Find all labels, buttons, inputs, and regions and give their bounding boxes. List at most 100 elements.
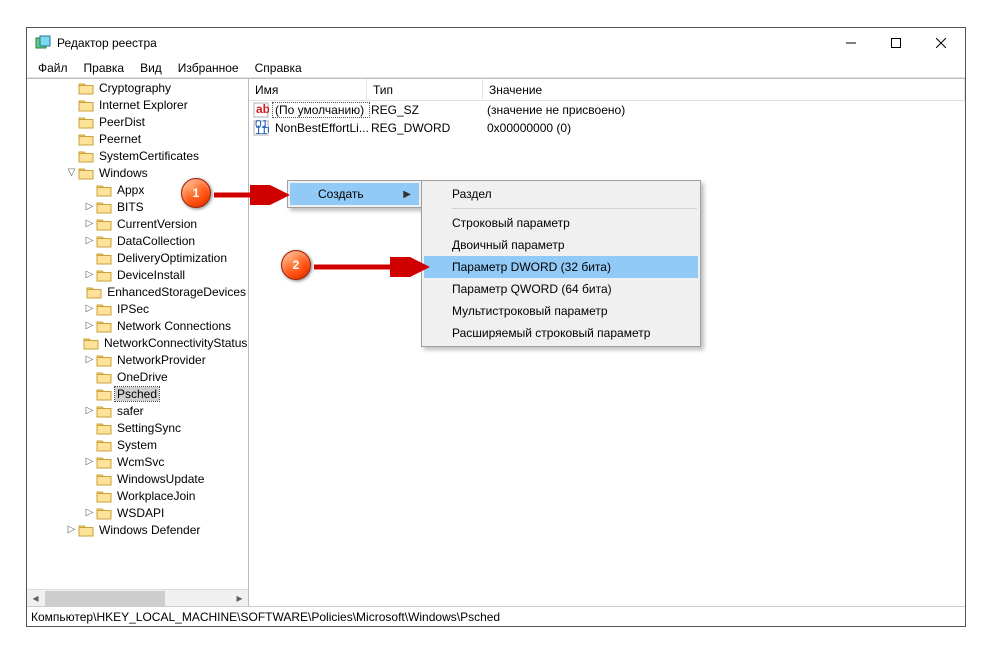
ctx-dword[interactable]: Параметр DWORD (32 бита) — [424, 256, 698, 278]
value-row[interactable]: ab(По умолчанию)REG_SZ(значение не присв… — [249, 101, 965, 119]
tree-item-label: IPSec — [115, 302, 151, 316]
col-type[interactable]: Тип — [367, 79, 483, 100]
tree-item[interactable]: ▷NetworkProvider — [27, 351, 248, 368]
ctx-section[interactable]: Раздел — [424, 183, 698, 205]
titlebar[interactable]: Редактор реестра — [27, 28, 965, 58]
expand-toggle[interactable]: ▷ — [83, 319, 96, 332]
scroll-right-icon[interactable]: ▸ — [231, 590, 248, 607]
tree-item-label: PeerDist — [97, 115, 147, 129]
tree-item[interactable]: ▷DataCollection — [27, 232, 248, 249]
ctx-dword-label: Параметр DWORD (32 бита) — [452, 260, 611, 274]
tree-item[interactable]: ▷CurrentVersion — [27, 215, 248, 232]
expand-toggle[interactable]: ▽ — [65, 166, 78, 179]
tree-item-label: Windows Defender — [97, 523, 202, 537]
tree-item[interactable]: System — [27, 436, 248, 453]
scroll-thumb[interactable] — [45, 591, 165, 606]
tree-item[interactable]: Cryptography — [27, 79, 248, 96]
tree-body[interactable]: CryptographyInternet Explorer PeerDistPee… — [27, 79, 248, 589]
tree-item[interactable]: ▷ Network Connections — [27, 317, 248, 334]
expand-toggle[interactable]: ▷ — [65, 523, 78, 536]
ctx-string-label: Строковый параметр — [452, 216, 570, 230]
folder-icon — [96, 200, 112, 214]
tree-pane: CryptographyInternet Explorer PeerDistPee… — [27, 79, 249, 606]
tree-item[interactable]: ▷ DeviceInstall — [27, 266, 248, 283]
tree-item-label: DeviceInstall — [115, 268, 187, 282]
menu-edit[interactable]: Правка — [77, 59, 132, 77]
folder-icon — [83, 336, 99, 350]
tree-item[interactable]: SystemCertificates — [27, 147, 248, 164]
tree-item[interactable]: ▷ safer — [27, 402, 248, 419]
expand-toggle[interactable]: ▷ — [83, 404, 96, 417]
ctx-binary[interactable]: Двоичный параметр — [424, 234, 698, 256]
tree-item[interactable]: ▷ Windows Defender — [27, 521, 248, 538]
ctx-multi-label: Мультистроковый параметр — [452, 304, 608, 318]
ctx-qword[interactable]: Параметр QWORD (64 бита) — [424, 278, 698, 300]
tree-item-label: Windows — [97, 166, 150, 180]
tree-item[interactable]: ▷WSDAPI — [27, 504, 248, 521]
ctx-multi[interactable]: Мультистроковый параметр — [424, 300, 698, 322]
folder-icon — [78, 98, 94, 112]
tree-item-label: safer — [115, 404, 146, 418]
statusbar: Компьютер\HKEY_LOCAL_MACHINE\SOFTWARE\Po… — [27, 606, 965, 626]
expand-toggle[interactable]: ▷ — [83, 200, 96, 213]
folder-icon — [96, 353, 112, 367]
annotation-arrow-1 — [212, 185, 290, 205]
menu-help[interactable]: Справка — [248, 59, 309, 77]
tree-item[interactable]: WindowsUpdate — [27, 470, 248, 487]
ctx-create[interactable]: Создать ▶ — [290, 183, 419, 205]
maximize-button[interactable] — [873, 29, 918, 57]
expand-toggle — [83, 183, 96, 196]
expand-toggle — [83, 387, 96, 400]
tree-item[interactable]: ▽ Windows — [27, 164, 248, 181]
tree-item-label: Network Connections — [115, 319, 233, 333]
folder-icon — [96, 387, 112, 401]
ctx-expand[interactable]: Расширяемый строковый параметр — [424, 322, 698, 344]
annotation-badge-2: 2 — [281, 250, 311, 280]
expand-toggle — [65, 81, 78, 94]
app-icon — [35, 35, 51, 51]
tree-item[interactable]: WorkplaceJoin — [27, 487, 248, 504]
menu-view[interactable]: Вид — [133, 59, 169, 77]
value-list[interactable]: ab(По умолчанию)REG_SZ(значение не присв… — [249, 101, 965, 606]
expand-toggle[interactable]: ▷ — [83, 268, 96, 281]
folder-icon — [96, 421, 112, 435]
tree-item[interactable]: DeliveryOptimization — [27, 249, 248, 266]
menu-file[interactable]: Файл — [31, 59, 75, 77]
expand-toggle — [65, 98, 78, 111]
tree-item-label: SettingSync — [115, 421, 183, 435]
value-name: (По умолчанию) — [273, 103, 369, 117]
tree-item-label: WcmSvc — [115, 455, 166, 469]
expand-toggle[interactable]: ▷ — [83, 217, 96, 230]
svg-text:110: 110 — [255, 123, 269, 136]
tree-item[interactable]: Peernet — [27, 130, 248, 147]
tree-item-label: System — [115, 438, 159, 452]
scroll-left-icon[interactable]: ◂ — [27, 590, 44, 607]
tree-item-label: DeliveryOptimization — [115, 251, 229, 265]
tree-item[interactable]: Psched — [27, 385, 248, 402]
tree-item[interactable]: Internet Explorer — [27, 96, 248, 113]
tree-item[interactable]: ▷ WcmSvc — [27, 453, 248, 470]
expand-toggle[interactable]: ▷ — [83, 302, 96, 315]
tree-item[interactable]: NetworkConnectivityStatus — [27, 334, 248, 351]
expand-toggle[interactable]: ▷ — [83, 353, 96, 366]
expand-toggle — [65, 149, 78, 162]
tree-item[interactable]: EnhancedStorageDevices — [27, 283, 248, 300]
value-row[interactable]: 011110NonBestEffortLi...REG_DWORD0x00000… — [249, 119, 965, 137]
folder-icon — [96, 404, 112, 418]
col-name[interactable]: Имя — [249, 79, 367, 100]
ctx-string[interactable]: Строковый параметр — [424, 212, 698, 234]
expand-toggle[interactable]: ▷ — [83, 506, 96, 519]
menubar: Файл Правка Вид Избранное Справка — [27, 58, 965, 78]
tree-item[interactable]: ▷ IPSec — [27, 300, 248, 317]
tree-item[interactable]: PeerDist — [27, 113, 248, 130]
expand-toggle[interactable]: ▷ — [83, 455, 96, 468]
col-value[interactable]: Значение — [483, 79, 965, 100]
close-button[interactable] — [918, 29, 963, 57]
ctx-create-label: Создать — [318, 187, 364, 201]
menu-favorites[interactable]: Избранное — [171, 59, 246, 77]
expand-toggle[interactable]: ▷ — [83, 234, 96, 247]
tree-item[interactable]: OneDrive — [27, 368, 248, 385]
minimize-button[interactable] — [828, 29, 873, 57]
tree-h-scrollbar[interactable]: ◂ ▸ — [27, 589, 248, 606]
tree-item[interactable]: SettingSync — [27, 419, 248, 436]
